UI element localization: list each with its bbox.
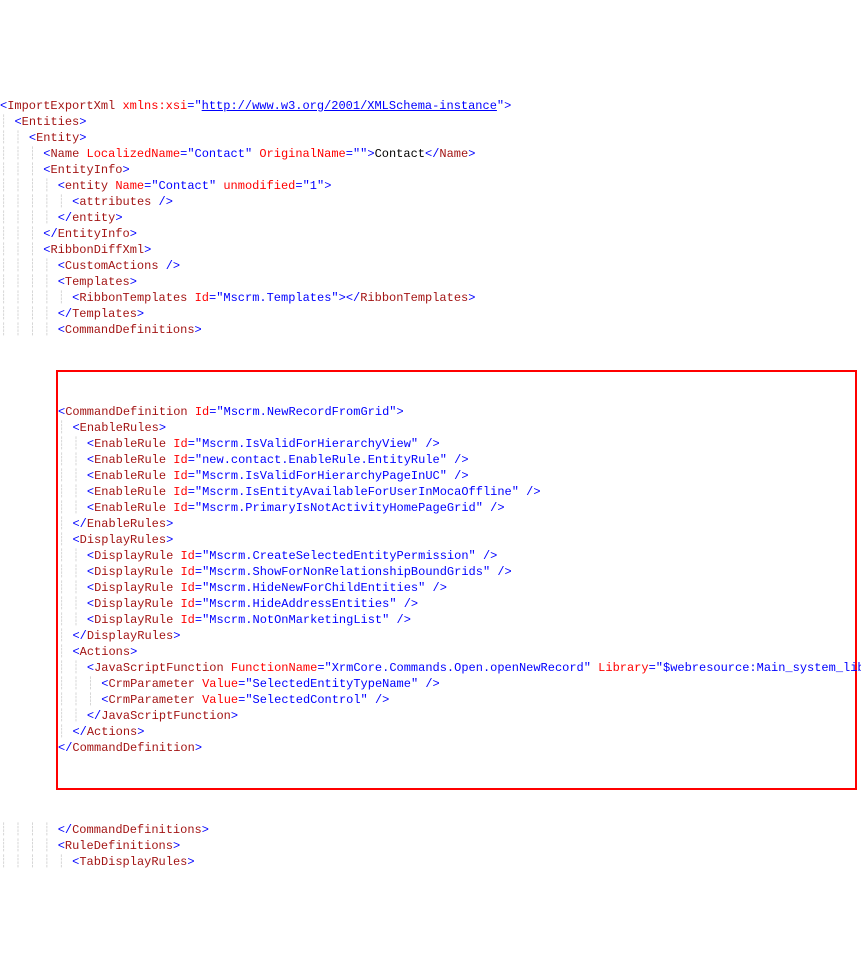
xml-line: ┊ ┊ <EnableRule Id="Mscrm.PrimaryIsNotAc… (58, 500, 855, 516)
xml-line: ┊ <DisplayRules> (58, 532, 855, 548)
xml-line: ┊ ┊ <DisplayRule Id="Mscrm.ShowForNonRel… (58, 564, 855, 580)
xml-line: ┊ </EnableRules> (58, 516, 855, 532)
xml-line: ┊ ┊ ┊ <CrmParameter Value="SelectedContr… (58, 692, 855, 708)
xml-line: ┊ ┊ ┊ ┊ <RuleDefinitions> (0, 838, 861, 854)
xml-line: ┊ ┊ </JavaScriptFunction> (58, 708, 855, 724)
xml-line: ┊ ┊ ┊ ┊ </entity> (0, 210, 861, 226)
xml-line: ┊ ┊ <DisplayRule Id="Mscrm.HideAddressEn… (58, 596, 855, 612)
xml-line: ┊ ┊ <EnableRule Id="new.contact.EnableRu… (58, 452, 855, 468)
xml-line: <ImportExportXml xmlns:xsi="http://www.w… (0, 98, 861, 114)
xml-line: ┊ ┊ <JavaScriptFunction FunctionName="Xr… (58, 660, 855, 676)
xml-line: ┊ ┊ ┊ ┊ <CustomActions /> (0, 258, 861, 274)
xml-line: ┊ ┊ ┊ <EntityInfo> (0, 162, 861, 178)
xml-line: ┊ ┊ ┊ ┊ ┊ <attributes /> (0, 194, 861, 210)
xml-line: ┊ </Actions> (58, 724, 855, 740)
xml-line: ┊ ┊ ┊ ┊ <CommandDefinitions> (0, 322, 861, 338)
xml-line: ┊ ┊ <EnableRule Id="Mscrm.IsValidForHier… (58, 468, 855, 484)
xml-line: ┊ ┊ <EnableRule Id="Mscrm.IsEntityAvaila… (58, 484, 855, 500)
xml-line: ┊ ┊ <DisplayRule Id="Mscrm.NotOnMarketin… (58, 612, 855, 628)
xml-code-viewer: <ImportExportXml xmlns:xsi="http://www.w… (0, 64, 861, 890)
xml-line: ┊ ┊ ┊ ┊ </CommandDefinitions> (0, 822, 861, 838)
xml-line: ┊ ┊ ┊ <CrmParameter Value="SelectedEntit… (58, 676, 855, 692)
xml-line: <CommandDefinition Id="Mscrm.NewRecordFr… (58, 404, 855, 420)
xml-line: ┊ ┊ <DisplayRule Id="Mscrm.CreateSelecte… (58, 548, 855, 564)
xml-line: ┊ ┊ <Entity> (0, 130, 861, 146)
xml-line: ┊ ┊ <EnableRule Id="Mscrm.IsValidForHier… (58, 436, 855, 452)
xml-line: ┊ ┊ <DisplayRule Id="Mscrm.HideNewForChi… (58, 580, 855, 596)
xml-line: ┊ ┊ ┊ ┊ ┊ <TabDisplayRules> (0, 854, 861, 870)
lines-before-highlight: <ImportExportXml xmlns:xsi="http://www.w… (0, 98, 861, 338)
xml-line: ┊ ┊ ┊ ┊ </Templates> (0, 306, 861, 322)
xml-line: ┊ <Entities> (0, 114, 861, 130)
xml-line: ┊ ┊ ┊ ┊ ┊ <RibbonTemplates Id="Mscrm.Tem… (0, 290, 861, 306)
xml-line: ┊ <Actions> (58, 644, 855, 660)
xml-line: ┊ ┊ ┊ </EntityInfo> (0, 226, 861, 242)
xml-line: ┊ ┊ ┊ ┊ <Templates> (0, 274, 861, 290)
xml-line: ┊ ┊ ┊ <Name LocalizedName="Contact" Orig… (0, 146, 861, 162)
highlight-box: <CommandDefinition Id="Mscrm.NewRecordFr… (56, 370, 857, 790)
xml-line: ┊ ┊ ┊ <RibbonDiffXml> (0, 242, 861, 258)
xml-line: ┊ <EnableRules> (58, 420, 855, 436)
lines-after-highlight: ┊ ┊ ┊ ┊ </CommandDefinitions>┊ ┊ ┊ ┊ <Ru… (0, 822, 861, 870)
xml-line: ┊ </DisplayRules> (58, 628, 855, 644)
lines-highlighted: <CommandDefinition Id="Mscrm.NewRecordFr… (58, 404, 855, 756)
xml-line: ┊ ┊ ┊ ┊ <entity Name="Contact" unmodifie… (0, 178, 861, 194)
xml-line: </CommandDefinition> (58, 740, 855, 756)
